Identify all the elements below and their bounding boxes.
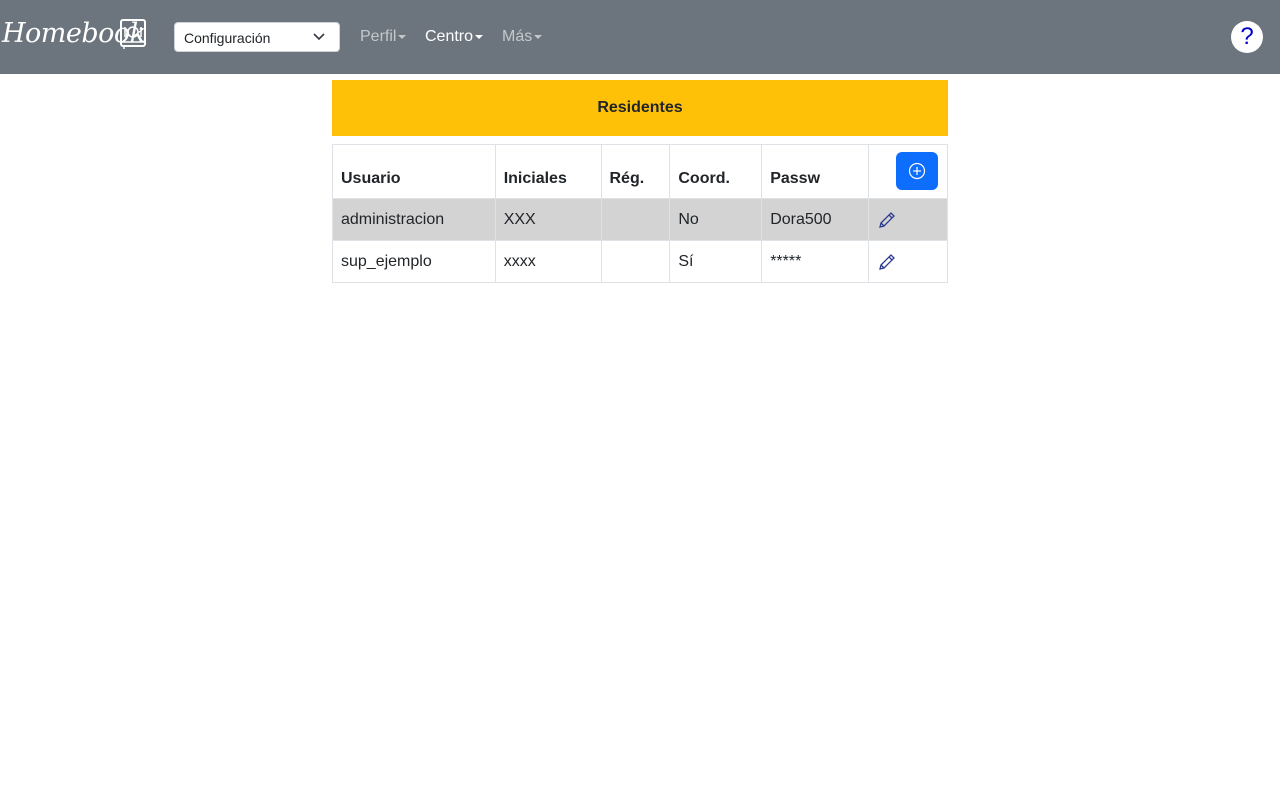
cell-iniciales: XXX <box>494 198 602 241</box>
nav-mas-label: Más <box>502 28 533 45</box>
cell-passw: ***** <box>761 240 869 283</box>
caret-down-icon <box>475 34 484 39</box>
nav-perfil[interactable]: Perfil <box>360 28 407 46</box>
header-usuario: Usuario <box>332 144 496 199</box>
header-actions <box>867 144 949 199</box>
cell-coord: Sí <box>669 240 763 283</box>
help-button[interactable]: ? <box>1231 21 1263 53</box>
section-title: Residentes <box>597 99 683 116</box>
navbar: Homebook Configuración Perfil Centro Más… <box>0 0 1280 74</box>
header-passw: Passw <box>761 144 869 199</box>
plus-circle-icon <box>908 162 926 180</box>
cell-reg <box>600 240 671 283</box>
cell-actions <box>867 240 949 283</box>
header-coord: Coord. <box>669 144 763 199</box>
table-row[interactable]: administracion XXX No Dora500 <box>332 198 949 241</box>
nav-perfil-label: Perfil <box>360 28 397 45</box>
table-header-row: Usuario Iniciales Rég. Coord. Passw <box>332 144 949 199</box>
food-book-icon[interactable] <box>119 18 147 50</box>
caret-down-icon <box>534 34 543 39</box>
nav-centro[interactable]: Centro <box>425 28 484 46</box>
pencil-icon[interactable] <box>877 210 897 230</box>
chevron-down-icon <box>313 33 325 41</box>
table-row[interactable]: sup_ejemplo xxxx Sí ***** <box>332 240 949 283</box>
users-table: Usuario Iniciales Rég. Coord. Passw admi… <box>332 144 949 283</box>
cell-actions <box>867 198 949 241</box>
cell-usuario: administracion <box>332 198 496 241</box>
cell-passw: Dora500 <box>761 198 869 241</box>
cell-coord: No <box>669 198 763 241</box>
caret-down-icon <box>398 34 407 39</box>
add-user-button[interactable] <box>895 152 938 190</box>
cell-usuario: sup_ejemplo <box>332 240 496 283</box>
nav-centro-label: Centro <box>425 28 474 45</box>
cell-reg <box>600 198 671 241</box>
header-iniciales: Iniciales <box>494 144 602 199</box>
section-banner: Residentes <box>332 80 948 136</box>
header-reg: Rég. <box>600 144 671 199</box>
pencil-icon[interactable] <box>877 252 897 272</box>
cell-iniciales: xxxx <box>494 240 602 283</box>
configuration-select-value: Configuración <box>184 30 271 46</box>
nav-mas[interactable]: Más <box>502 28 543 46</box>
configuration-select[interactable]: Configuración <box>174 22 340 52</box>
